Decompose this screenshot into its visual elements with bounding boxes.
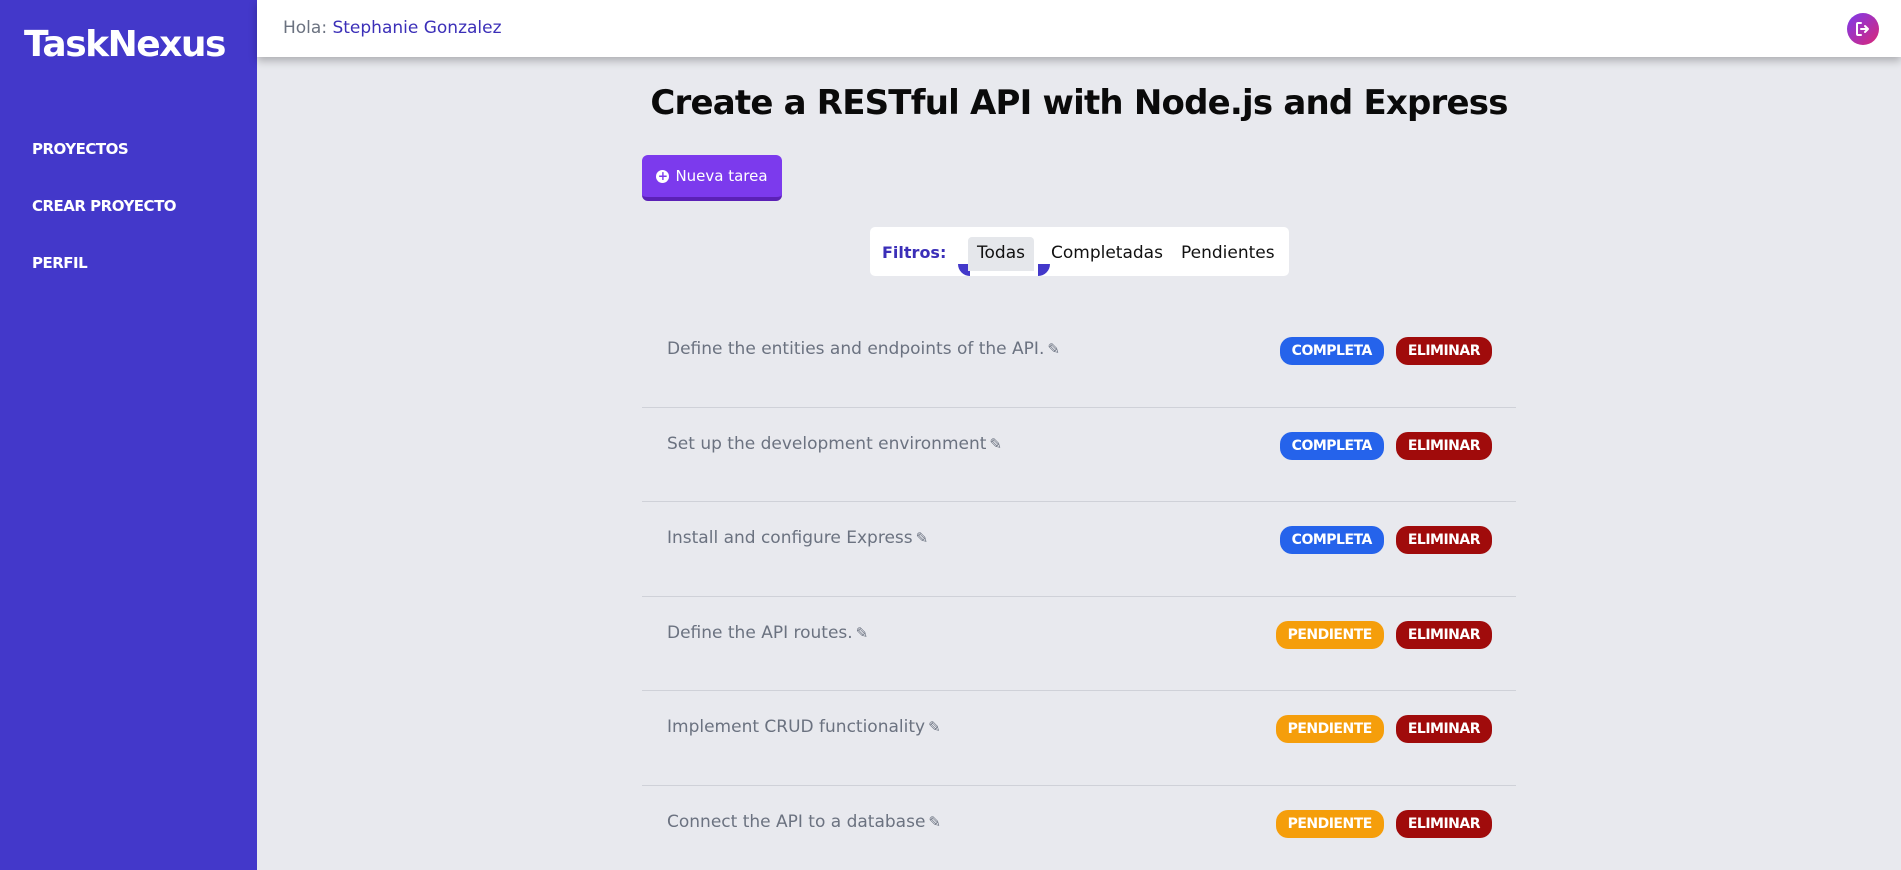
task-title: Implement CRUD functionality <box>667 717 926 737</box>
task-actions: COMPLETA ELIMINAR <box>1279 337 1492 365</box>
delete-button[interactable]: ELIMINAR <box>1395 715 1492 743</box>
task-text: Connect the API to a database ✎ <box>667 812 941 832</box>
task-row: Connect the API to a database ✎ PENDIENTE… <box>642 786 1516 870</box>
edit-pencil-icon[interactable]: ✎ <box>928 813 941 831</box>
user-name: Stephanie Gonzalez <box>332 18 502 38</box>
task-row: Define the API routes. ✎ PENDIENTE ELIMIN… <box>642 597 1516 691</box>
task-row: Define the entities and endpoints of the… <box>642 313 1516 408</box>
logout-button[interactable] <box>1847 13 1879 45</box>
filter-completadas[interactable]: Completadas <box>1042 240 1172 274</box>
status-pending-button[interactable]: PENDIENTE <box>1275 620 1384 649</box>
task-text: Define the API routes. ✎ <box>667 623 868 643</box>
task-title: Connect the API to a database <box>667 811 926 832</box>
delete-button[interactable]: ELIMINAR <box>1395 809 1492 838</box>
task-title: Define the API routes. <box>667 622 853 643</box>
plus-circle-icon: + <box>656 168 670 183</box>
status-complete-button[interactable]: COMPLETA <box>1279 337 1384 365</box>
status-pending-button[interactable]: PENDIENTE <box>1275 809 1384 838</box>
filter-bar: Filtros: Todas Completadas Pendientes <box>870 227 1289 276</box>
task-title: Define the entities and endpoints of the… <box>667 339 1045 359</box>
task-row: Implement CRUD functionality ✎ PENDIENTE … <box>642 691 1516 786</box>
task-actions: COMPLETA ELIMINAR <box>1279 526 1492 554</box>
sidebar-nav: PROYECTOS CREAR PROYECTO PERFIL <box>32 140 177 311</box>
task-text: Implement CRUD functionality ✎ <box>667 717 941 737</box>
new-task-button[interactable]: + Nueva tarea <box>642 155 782 201</box>
delete-button[interactable]: ELIMINAR <box>1395 337 1492 365</box>
status-complete-button[interactable]: COMPLETA <box>1279 526 1384 554</box>
top-bar: Hola: Stephanie Gonzalez <box>257 0 1901 57</box>
edit-pencil-icon[interactable]: ✎ <box>856 624 869 642</box>
sidebar-item-proyectos[interactable]: PROYECTOS <box>32 140 176 158</box>
page-title: Create a RESTful API with Node.js and Ex… <box>650 83 1508 123</box>
sidebar-item-perfil[interactable]: PERFIL <box>32 254 176 272</box>
app-logo[interactable]: TaskNexus <box>24 24 226 65</box>
greeting: Hola: Stephanie Gonzalez <box>283 18 502 38</box>
filter-pendientes[interactable]: Pendientes <box>1172 240 1284 274</box>
edit-pencil-icon[interactable]: ✎ <box>989 435 1002 453</box>
task-actions: PENDIENTE ELIMINAR <box>1275 809 1492 838</box>
greeting-label: Hola: <box>283 18 328 38</box>
sidebar-item-crear-proyecto[interactable]: CREAR PROYECTO <box>32 197 177 215</box>
logout-icon <box>1856 22 1869 36</box>
edit-pencil-icon[interactable]: ✎ <box>928 718 941 736</box>
task-list: Define the entities and endpoints of the… <box>642 313 1516 870</box>
task-row: Install and configure Express ✎ COMPLETA … <box>642 502 1516 597</box>
delete-button[interactable]: ELIMINAR <box>1395 620 1492 649</box>
delete-button[interactable]: ELIMINAR <box>1395 431 1492 460</box>
task-text: Set up the development environment ✎ <box>667 434 1002 454</box>
task-title: Set up the development environment <box>667 433 987 454</box>
status-complete-button[interactable]: COMPLETA <box>1279 431 1384 460</box>
new-task-label: Nueva tarea <box>675 167 768 185</box>
main-content: Create a RESTful API with Node.js and Ex… <box>257 57 1901 870</box>
filter-todas[interactable]: Todas <box>968 237 1034 271</box>
sidebar: TaskNexus PROYECTOS CREAR PROYECTO PERFI… <box>0 0 257 870</box>
edit-pencil-icon[interactable]: ✎ <box>916 529 929 547</box>
status-pending-button[interactable]: PENDIENTE <box>1275 715 1384 743</box>
task-title: Install and configure Express <box>667 528 913 548</box>
task-actions: COMPLETA ELIMINAR <box>1279 431 1492 460</box>
task-actions: PENDIENTE ELIMINAR <box>1275 620 1492 649</box>
task-text: Define the entities and endpoints of the… <box>667 339 1060 359</box>
task-row: Set up the development environment ✎ COMP… <box>642 408 1516 502</box>
task-text: Install and configure Express ✎ <box>667 528 928 548</box>
task-actions: PENDIENTE ELIMINAR <box>1275 715 1492 743</box>
filters-label: Filtros: <box>882 243 947 262</box>
delete-button[interactable]: ELIMINAR <box>1395 526 1492 554</box>
edit-pencil-icon[interactable]: ✎ <box>1047 340 1060 358</box>
